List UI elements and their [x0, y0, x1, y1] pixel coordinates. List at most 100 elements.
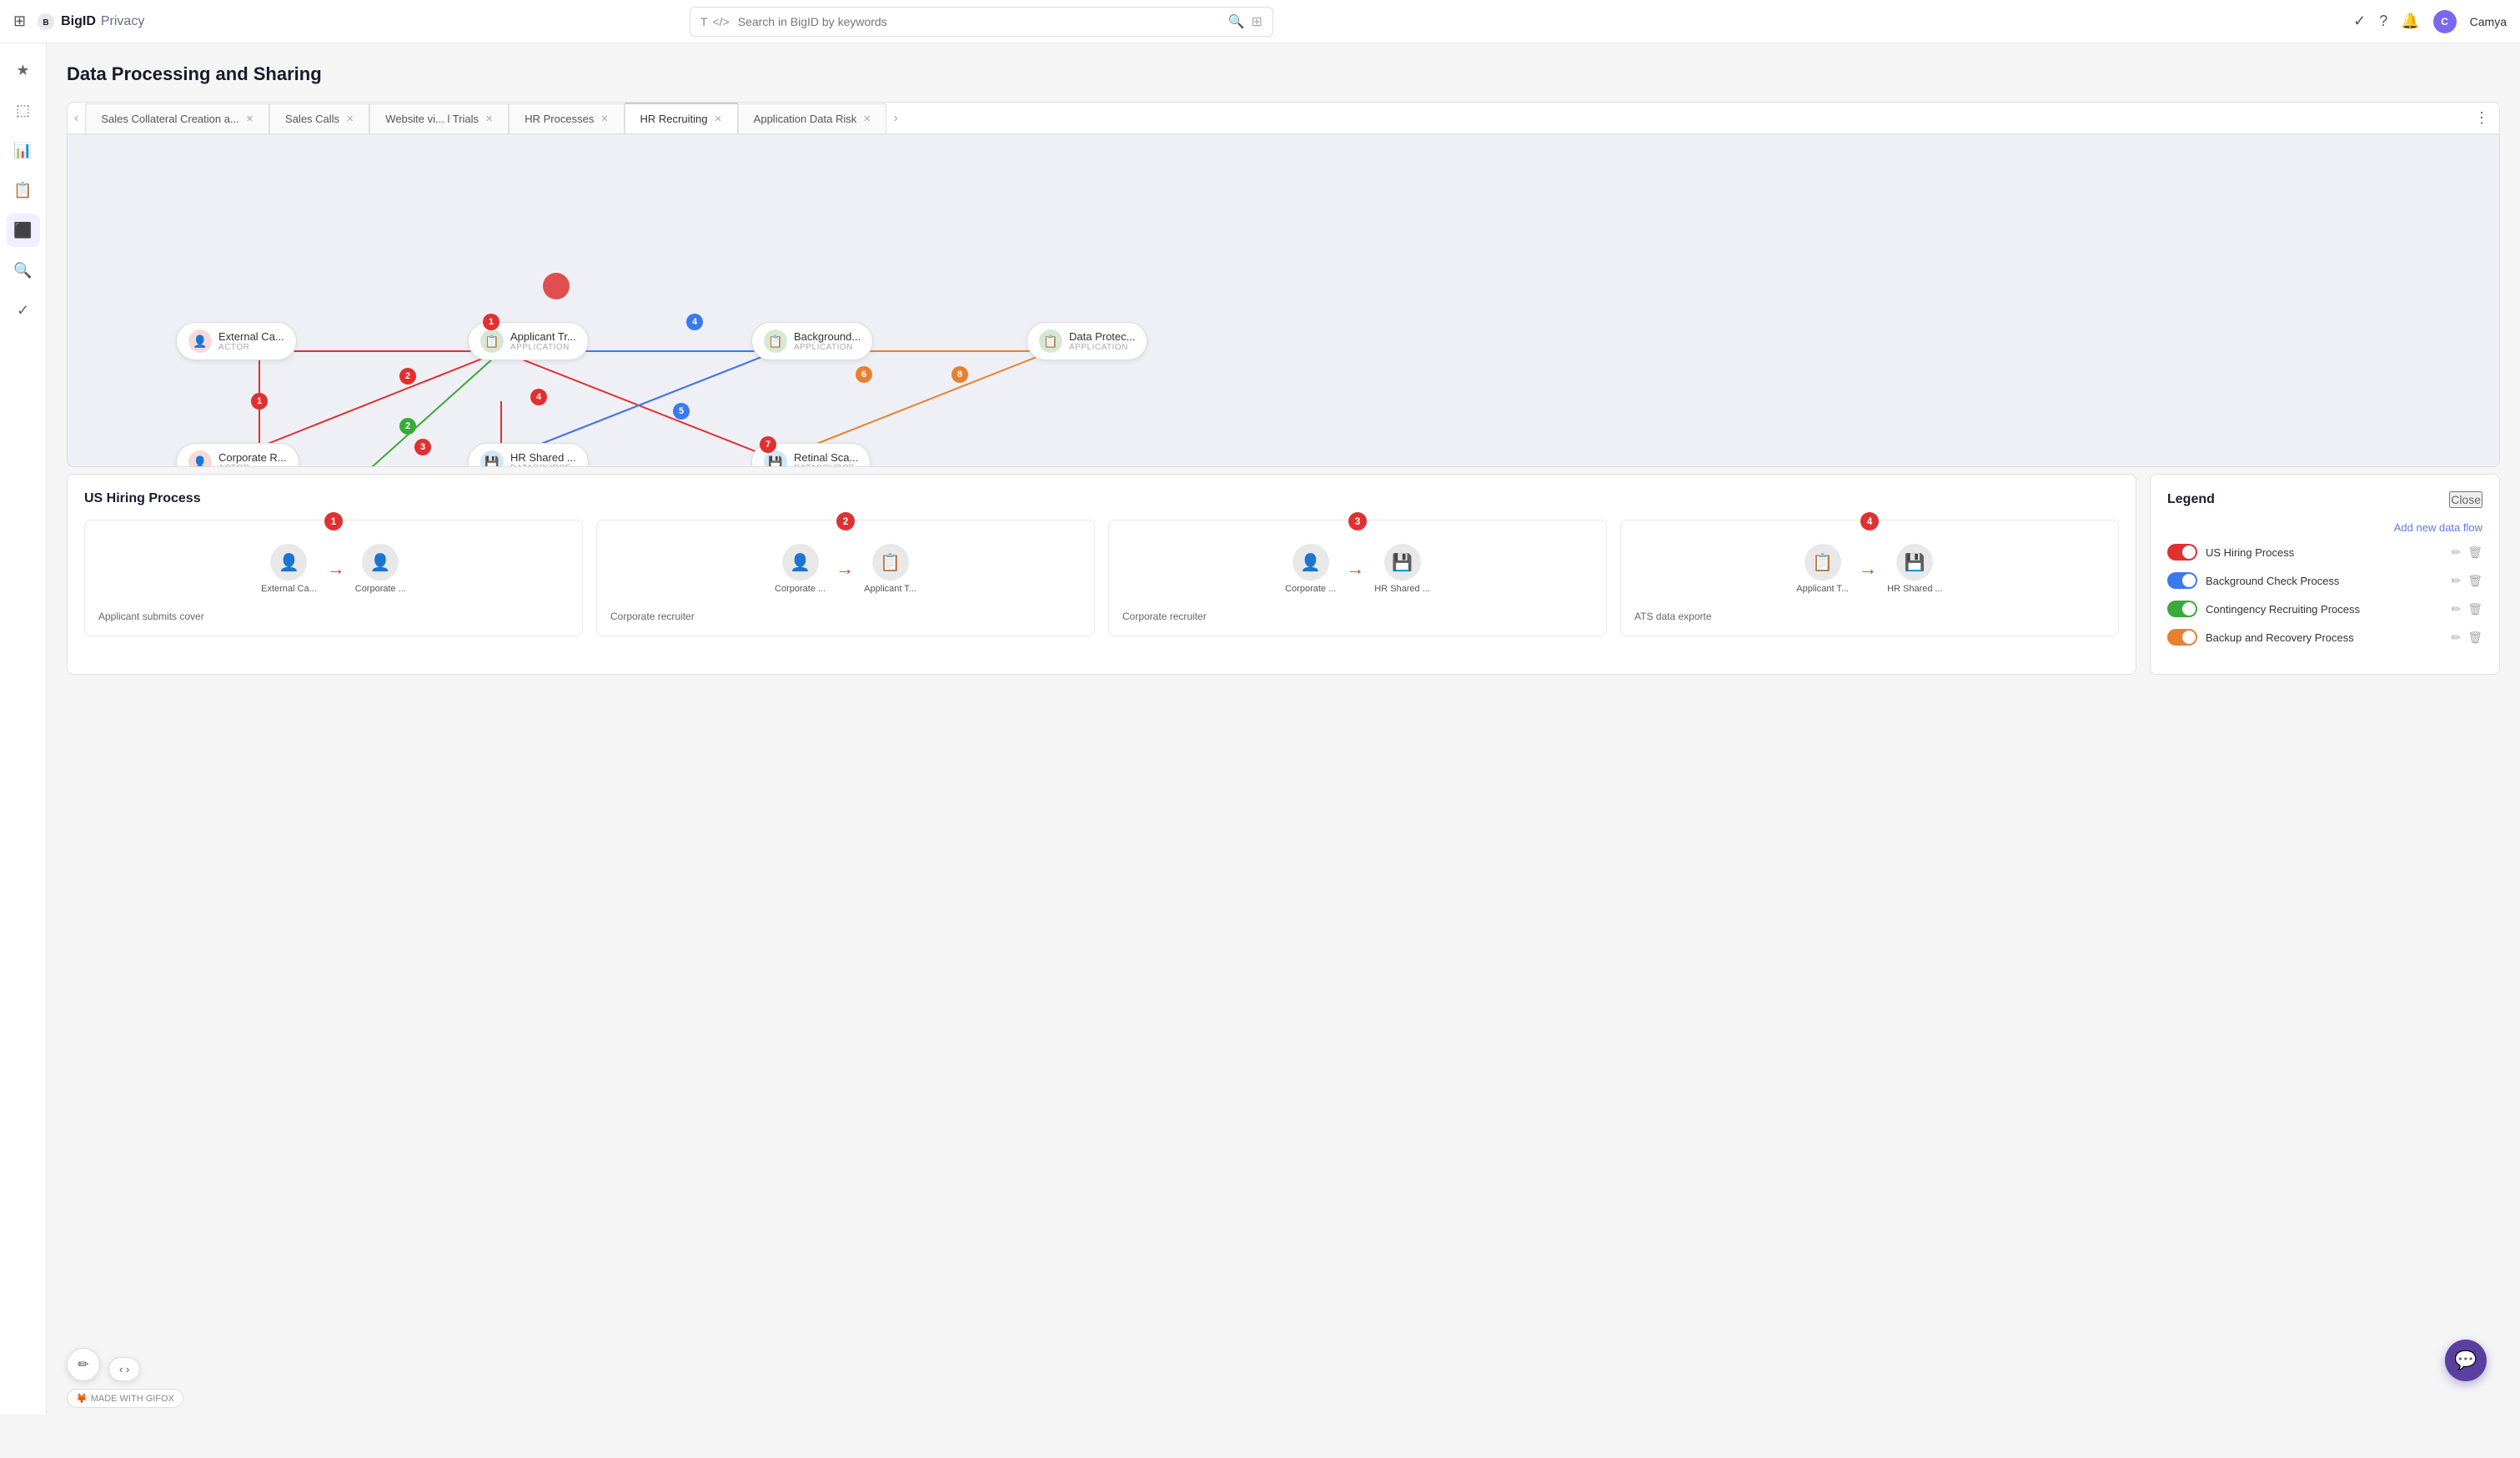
- legend-close-button[interactable]: Close: [2449, 491, 2482, 508]
- hr-shared-type: DATASOURCE: [510, 464, 576, 467]
- legend-label-backup: Backup and Recovery Process: [2206, 631, 2442, 644]
- corporate-r-label: Corporate R...: [218, 451, 287, 464]
- data-protec-type: APPLICATION: [1069, 343, 1135, 352]
- external-ca-label: External Ca...: [218, 330, 284, 343]
- card-4-to-icon: 💾: [1896, 544, 1933, 581]
- badge-1-red: 1: [251, 393, 268, 410]
- tab-close-sales-calls[interactable]: ✕: [346, 113, 354, 124]
- node-external-ca[interactable]: 👤 External Ca... ACTOR: [176, 322, 297, 360]
- badge-2-green: 2: [399, 418, 416, 435]
- chat-fab-button[interactable]: 💬: [2445, 1340, 2487, 1381]
- card-1-arrow: →: [327, 558, 345, 580]
- legend-title: Legend: [2167, 492, 2215, 507]
- tab-next-btn[interactable]: ›: [886, 111, 904, 126]
- tab-sales-calls[interactable]: Sales Calls ✕: [269, 103, 369, 133]
- tabs-more-btn[interactable]: ⋮: [2464, 109, 2499, 127]
- tab-close-hr-recruiting[interactable]: ✕: [714, 113, 721, 124]
- card-2-to-actor: 📋 Applicant T...: [864, 544, 916, 594]
- collapse-sidebar-button[interactable]: ‹ ›: [108, 1357, 140, 1381]
- external-ca-type: ACTOR: [218, 343, 284, 352]
- legend-panel: Legend Close Add new data flow US Hiring…: [2150, 474, 2500, 675]
- tab-sales-collateral[interactable]: Sales Collateral Creation a... ✕: [85, 103, 269, 133]
- code-mode-icon[interactable]: </>: [712, 15, 729, 28]
- card-3-to-actor: 💾 HR Shared ...: [1374, 544, 1430, 594]
- text-mode-icon[interactable]: T: [700, 15, 708, 28]
- tab-hr-recruiting[interactable]: HR Recruiting ✕: [625, 103, 738, 133]
- left-sidebar: ★ ⬚ 📊 📋 ⬛ 🔍 ✓: [0, 43, 47, 1415]
- tab-prev-btn[interactable]: ‹: [68, 111, 85, 126]
- edit-fab-button[interactable]: ✏: [67, 1348, 100, 1381]
- node-background[interactable]: 📋 Background... APPLICATION: [751, 322, 873, 360]
- delete-icon-contingency[interactable]: 🗑: [2467, 602, 2482, 616]
- legend-actions-background: ✏ 🗑: [2451, 574, 2482, 588]
- badge-7-red: 7: [760, 436, 776, 453]
- gifox-label: MADE WITH GIFOX: [91, 1394, 174, 1404]
- sidebar-item-privacy[interactable]: ⬛: [7, 214, 40, 247]
- sidebar-item-tasks[interactable]: ✓: [7, 294, 40, 327]
- tab-application-data-risk[interactable]: Application Data Risk ✕: [738, 103, 887, 133]
- card-4-from-icon: 📋: [1805, 544, 1841, 581]
- sidebar-item-inbox[interactable]: ⬚: [7, 93, 40, 127]
- legend-toggle-backup[interactable]: [2167, 629, 2197, 646]
- sidebar-item-catalog[interactable]: 📋: [7, 173, 40, 207]
- card-1-from-label: External Ca...: [261, 584, 317, 594]
- tab-close-hr-processes[interactable]: ✕: [600, 113, 608, 124]
- grid-icon[interactable]: ⊞: [13, 13, 26, 30]
- card-4-to-actor: 💾 HR Shared ...: [1887, 544, 1943, 594]
- data-protec-icon: 📋: [1039, 329, 1062, 353]
- tab-close-app-data-risk[interactable]: ✕: [863, 113, 871, 124]
- legend-toggle-us-hiring[interactable]: [2167, 544, 2197, 561]
- legend-toggle-contingency[interactable]: [2167, 601, 2197, 617]
- delete-icon-backup[interactable]: 🗑: [2467, 631, 2482, 645]
- legend-item-contingency: Contingency Recruiting Process ✏ 🗑: [2167, 601, 2482, 617]
- tab-close-website[interactable]: ✕: [485, 113, 493, 124]
- sidebar-item-favorites[interactable]: ★: [7, 53, 40, 87]
- gifox-icon: 🦊: [76, 1393, 88, 1404]
- applicant-tr-label: Applicant Tr...: [510, 330, 576, 343]
- node-corporate-r[interactable]: 👤 Corporate R... ACTOR: [176, 443, 299, 467]
- delete-icon-us-hiring[interactable]: 🗑: [2467, 545, 2482, 560]
- legend-toggle-background[interactable]: [2167, 572, 2197, 589]
- node-hr-shared[interactable]: 💾 HR Shared ... DATASOURCE: [468, 443, 589, 467]
- check-icon[interactable]: ✓: [2353, 13, 2366, 30]
- brand-logo: B BigID Privacy: [36, 12, 144, 32]
- card-1-number: 1: [324, 512, 343, 530]
- card-3-number: 3: [1348, 512, 1367, 530]
- card-4-desc: ATS data exporte: [1634, 611, 2105, 622]
- process-cards: 1 👤 External Ca... → 👤 Corporate ... App…: [84, 520, 2119, 636]
- edit-icon-background[interactable]: ✏: [2451, 574, 2461, 588]
- delete-icon-background[interactable]: 🗑: [2467, 574, 2482, 588]
- tab-hr-processes[interactable]: HR Processes ✕: [509, 103, 624, 133]
- help-icon[interactable]: ?: [2379, 13, 2387, 30]
- edit-icon-us-hiring[interactable]: ✏: [2451, 545, 2461, 560]
- notification-icon[interactable]: 🔔: [2401, 13, 2419, 30]
- search-bar[interactable]: T </> 🔍 ⊞: [690, 7, 1273, 37]
- legend-add-link[interactable]: Add new data flow: [2167, 521, 2482, 534]
- filter-icon[interactable]: ⊞: [1252, 13, 1263, 30]
- node-data-protec[interactable]: 📋 Data Protec... APPLICATION: [1027, 322, 1147, 360]
- search-input[interactable]: [738, 15, 1228, 28]
- process-card-1: 1 👤 External Ca... → 👤 Corporate ... App…: [84, 520, 583, 636]
- badge-6-orange: 6: [856, 366, 872, 383]
- flow-connections-svg: [68, 134, 2499, 466]
- card-1-to-actor: 👤 Corporate ...: [355, 544, 406, 594]
- flow-canvas: 👤 External Ca... ACTOR 📋 Applicant Tr...…: [67, 133, 2500, 467]
- legend-actions-backup: ✏ 🗑: [2451, 631, 2482, 645]
- sidebar-item-analytics[interactable]: 📊: [7, 133, 40, 167]
- card-2-to-icon: 📋: [872, 544, 909, 581]
- sidebar-item-discovery[interactable]: 🔍: [7, 254, 40, 287]
- edit-icon-contingency[interactable]: ✏: [2451, 602, 2461, 616]
- legend-actions-contingency: ✏ 🗑: [2451, 602, 2482, 616]
- card-2-from-label: Corporate ...: [775, 584, 826, 594]
- card-1-to-icon: 👤: [362, 544, 399, 581]
- card-4-from-actor: 📋 Applicant T...: [1796, 544, 1849, 594]
- avatar[interactable]: C: [2433, 10, 2457, 33]
- tab-website-trials[interactable]: Website vi... l Trials ✕: [369, 103, 509, 133]
- background-icon: 📋: [764, 329, 787, 353]
- card-3-desc: Corporate recruiter: [1122, 611, 1593, 622]
- tab-label: Sales Collateral Creation a...: [101, 113, 238, 125]
- search-icon[interactable]: 🔍: [1228, 13, 1245, 30]
- tab-close-sales-collateral[interactable]: ✕: [246, 113, 254, 124]
- card-4-arrow: →: [1859, 558, 1877, 580]
- edit-icon-backup[interactable]: ✏: [2451, 631, 2461, 645]
